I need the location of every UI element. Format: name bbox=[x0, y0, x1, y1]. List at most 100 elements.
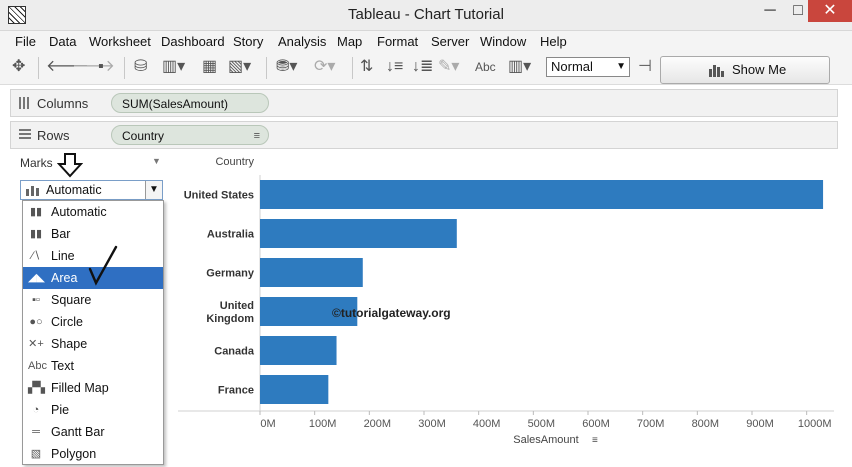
columns-shelf[interactable]: Columns SUM(SalesAmount) bbox=[10, 89, 838, 117]
sum-salesamount-pill[interactable]: SUM(SalesAmount) bbox=[111, 93, 269, 113]
watermark-text: ©tutorialgateway.org bbox=[332, 306, 451, 320]
mark-option-circle[interactable]: ●○ Circle bbox=[23, 311, 163, 333]
country-pill-label: Country bbox=[122, 129, 165, 143]
save-icon[interactable]: ▪ bbox=[98, 57, 104, 77]
minimize-button[interactable]: ─ bbox=[756, 0, 784, 22]
country-pill[interactable]: Country ≡ bbox=[111, 125, 269, 145]
columns-icon bbox=[19, 97, 29, 109]
mark-option-label: Circle bbox=[51, 315, 83, 329]
swap-icon[interactable]: ⇅ bbox=[360, 57, 373, 77]
category-label: United States bbox=[184, 190, 254, 202]
highlight-icon[interactable]: ✎▾ bbox=[438, 57, 459, 77]
fit-select-value: Normal bbox=[551, 59, 593, 74]
mark-option-label: Area bbox=[51, 271, 78, 285]
mark-option-label: Shape bbox=[51, 337, 88, 351]
show-me-button[interactable]: Show Me bbox=[660, 56, 830, 84]
category-label: Germany bbox=[206, 268, 255, 280]
map-icon: ▞▚ bbox=[28, 382, 45, 394]
mark-option-square[interactable]: ▪▫ Square bbox=[23, 289, 163, 311]
mark-option-label: Line bbox=[51, 249, 75, 263]
window-title: Tableau - Chart Tutorial bbox=[348, 6, 504, 23]
pin-icon[interactable]: ⊣ bbox=[638, 57, 652, 77]
new-datasource-icon[interactable]: ⛁ bbox=[134, 57, 147, 77]
x-tick-label: 600M bbox=[582, 418, 610, 430]
mark-option-label: Square bbox=[51, 293, 92, 307]
show-labels-button[interactable]: Abc bbox=[475, 57, 496, 77]
close-button[interactable]: ✕ bbox=[808, 0, 852, 22]
bar-chart-icon: ▮▮ bbox=[29, 206, 43, 218]
x-tick-label: 700M bbox=[637, 418, 665, 430]
menu-map[interactable]: Map bbox=[337, 34, 362, 49]
menu-dashboard[interactable]: Dashboard bbox=[161, 34, 225, 49]
menu-story[interactable]: Story bbox=[233, 34, 263, 49]
chart-panel: Country United States Australia Germany Unit… bbox=[174, 153, 838, 453]
menu-worksheet[interactable]: Worksheet bbox=[89, 34, 151, 49]
toolbar-separator bbox=[352, 57, 353, 79]
format-icon[interactable]: ▥▾ bbox=[508, 57, 531, 77]
mark-option-pie[interactable]: ◔ Pie bbox=[23, 399, 163, 421]
line-chart-icon: ∕∖ bbox=[31, 250, 41, 262]
mark-option-bar[interactable]: ▮▮ Bar bbox=[23, 223, 163, 245]
new-worksheet-icon[interactable]: ▥▾ bbox=[162, 57, 185, 77]
x-tick-label: 200M bbox=[364, 418, 392, 430]
bar-chart-icon bbox=[26, 186, 39, 196]
chevron-down-icon[interactable]: ▼ bbox=[145, 181, 162, 199]
menu-data[interactable]: Data bbox=[49, 34, 76, 49]
pause-updates-icon[interactable]: ⛃▾ bbox=[276, 57, 297, 77]
x-tick-label: 800M bbox=[692, 418, 720, 430]
toolbar-separator bbox=[266, 57, 267, 79]
mark-option-gantt-bar[interactable]: ═ Gantt Bar bbox=[23, 421, 163, 443]
marks-menu-icon[interactable]: ▼ bbox=[152, 156, 161, 166]
mark-option-text[interactable]: Abc Text bbox=[23, 355, 163, 377]
toolbar-separator bbox=[38, 57, 39, 79]
polygon-icon: ▧ bbox=[30, 448, 42, 460]
x-tick-label: 300M bbox=[418, 418, 446, 430]
mark-type-select[interactable]: Automatic ▼ bbox=[20, 180, 163, 200]
duplicate-sheet-icon[interactable]: ▦ bbox=[202, 57, 217, 77]
mark-option-label: Bar bbox=[51, 227, 71, 241]
bar bbox=[260, 375, 329, 404]
menu-analysis[interactable]: Analysis bbox=[278, 34, 326, 49]
menu-file[interactable]: File bbox=[15, 34, 36, 49]
sort-descending-icon[interactable]: ↓≣ bbox=[412, 57, 433, 77]
bar bbox=[260, 219, 457, 248]
category-label: Australia bbox=[207, 229, 255, 241]
x-tick-label: 400M bbox=[473, 418, 501, 430]
circle-icon: ●○ bbox=[29, 316, 43, 328]
sort-icon: ≡ bbox=[592, 435, 598, 446]
arrow-down-annotation-icon bbox=[57, 153, 83, 178]
menu-server[interactable]: Server bbox=[431, 34, 469, 49]
mark-option-filled-map[interactable]: ▞▚ Filled Map bbox=[23, 377, 163, 399]
rows-shelf[interactable]: Rows Country ≡ bbox=[10, 121, 838, 149]
title-bar: Tableau - Chart Tutorial ─ □ ✕ bbox=[0, 0, 852, 31]
mark-option-label: Pie bbox=[51, 403, 70, 417]
menu-format[interactable]: Format bbox=[377, 34, 418, 49]
refresh-icon[interactable]: ⟳▾ bbox=[314, 57, 335, 77]
mark-option-polygon[interactable]: ▧ Polygon bbox=[23, 443, 163, 465]
bar bbox=[260, 336, 337, 365]
y-axis-title: Country bbox=[215, 156, 254, 168]
mark-option-automatic[interactable]: ▮▮ Automatic bbox=[23, 201, 163, 223]
category-label: Canada bbox=[214, 346, 255, 358]
rows-icon bbox=[19, 129, 31, 139]
gantt-icon: ═ bbox=[32, 426, 40, 438]
shape-icon: ✕+ bbox=[28, 338, 44, 350]
fit-select[interactable]: Normal ▼ bbox=[546, 57, 630, 77]
x-tick-label: 100M bbox=[309, 418, 337, 430]
bar-chart-icon: ▮▮ bbox=[29, 228, 43, 240]
redo-icon[interactable]: 🡒 bbox=[72, 57, 115, 77]
checkmark-annotation-icon bbox=[88, 245, 118, 286]
text-icon: Abc bbox=[28, 360, 47, 372]
sort-ascending-icon[interactable]: ↓≡ bbox=[386, 57, 403, 77]
bar bbox=[260, 180, 824, 209]
clear-sheet-icon[interactable]: ▧▾ bbox=[228, 57, 251, 77]
menu-help[interactable]: Help bbox=[540, 34, 567, 49]
columns-label: Columns bbox=[37, 96, 89, 111]
category-label: United bbox=[220, 300, 254, 312]
marks-title: Marks bbox=[20, 156, 53, 170]
menu-window[interactable]: Window bbox=[480, 34, 526, 49]
bar-chart: Country United States Australia Germany Unit… bbox=[178, 156, 834, 446]
mark-option-shape[interactable]: ✕+ Shape bbox=[23, 333, 163, 355]
move-icon[interactable]: ✥ bbox=[12, 57, 25, 77]
pie-icon: ◔ bbox=[32, 404, 40, 416]
